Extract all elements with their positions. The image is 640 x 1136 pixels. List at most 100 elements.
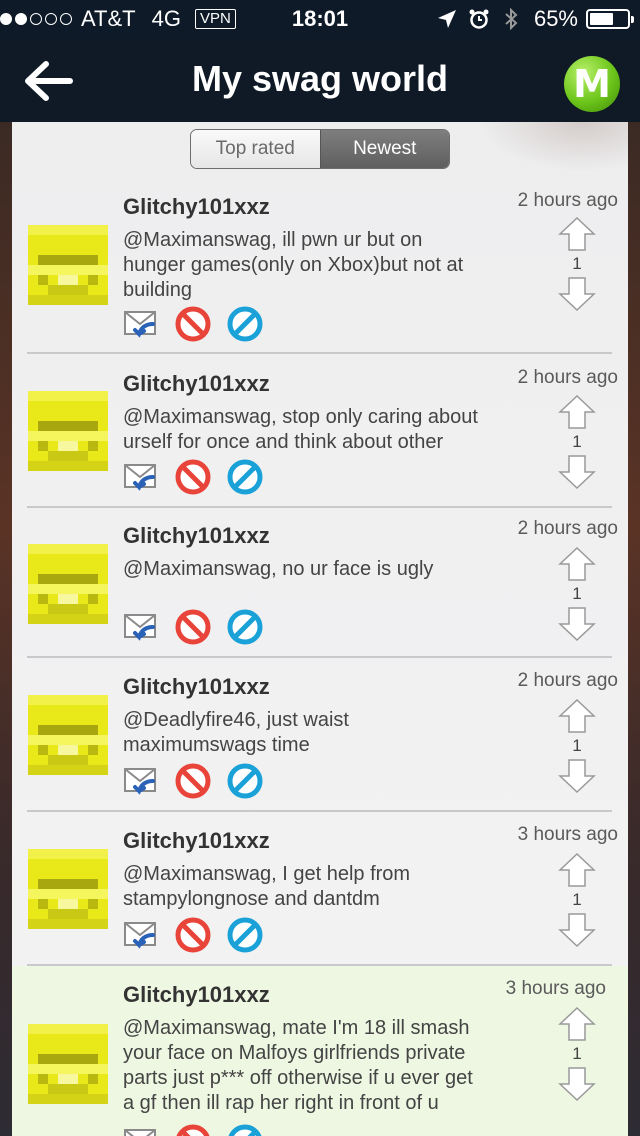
report-icon[interactable]	[175, 306, 211, 342]
comment-actions	[123, 459, 279, 495]
vote-control: 1	[557, 394, 597, 490]
comment-timestamp: 3 hours ago	[505, 978, 606, 999]
upvote-arrow-icon[interactable]	[557, 852, 597, 888]
report-icon[interactable]	[175, 763, 211, 799]
comments-panel[interactable]: Top rated Newest Glitchy101xxz 2 hours ag…	[12, 122, 628, 1136]
comment-row[interactable]: Glitchy101xxz 3 hours ago @Maximanswag, I …	[27, 812, 618, 966]
vote-count: 1	[572, 254, 582, 273]
block-icon[interactable]	[227, 1124, 263, 1136]
block-icon[interactable]	[227, 459, 263, 495]
comment-text-line: @Maximanswag, no ur face is ugly	[123, 558, 434, 580]
page-title: My swag world	[191, 58, 449, 99]
alarm-clock-icon	[469, 9, 489, 29]
report-icon[interactable]	[175, 1124, 211, 1136]
comment-actions	[123, 763, 279, 799]
downvote-arrow-icon[interactable]	[557, 606, 597, 642]
avatar[interactable]	[28, 544, 108, 624]
report-icon[interactable]	[175, 459, 211, 495]
status-bar: AT&T 4G VPN 18:01 65%	[0, 0, 640, 40]
comment-timestamp: 2 hours ago	[517, 367, 618, 388]
comment-text-line: hunger games(only on Xbox)but not at	[123, 254, 464, 276]
block-icon[interactable]	[227, 763, 263, 799]
comment-row[interactable]: Glitchy101xxz 3 hours ago @Maximanswag, ma…	[12, 966, 628, 1136]
app-logo-button[interactable]: M	[564, 56, 620, 112]
reply-envelope-icon[interactable]	[123, 459, 159, 495]
comment-row[interactable]: Glitchy101xxz 2 hours ago @Deadlyfire46, j…	[27, 658, 618, 812]
battery-percent: 65%	[533, 6, 578, 31]
comment-username[interactable]: Glitchy101xxz	[123, 194, 270, 220]
navigation-bar: My swag world M	[0, 40, 640, 122]
comment-row[interactable]: Glitchy101xxz 2 hours ago @Maximanswag, no…	[27, 508, 618, 658]
reply-envelope-icon[interactable]	[123, 609, 159, 645]
block-icon[interactable]	[227, 306, 263, 342]
comment-username[interactable]: Glitchy101xxz	[123, 523, 270, 549]
comment-text-line: your face on Malfoys girlfriends private	[123, 1042, 466, 1064]
comment-message: @Maximanswag, no ur face is ugly	[123, 557, 543, 582]
comment-row[interactable]: Glitchy101xxz 2 hours ago @Maximanswag, st…	[27, 354, 618, 508]
vote-control: 1	[557, 546, 597, 642]
vote-count: 1	[572, 1044, 582, 1063]
upvote-arrow-icon[interactable]	[557, 698, 597, 734]
comment-message: @Deadlyfire46, just waist maximumswags ti…	[123, 708, 543, 758]
comment-message: @Maximanswag, stop only caring about urse…	[123, 405, 543, 455]
comment-message: @Maximanswag, mate I'm 18 ill smash your …	[123, 1016, 553, 1116]
avatar[interactable]	[28, 225, 108, 305]
reply-envelope-icon[interactable]	[123, 763, 159, 799]
comment-text-line: building	[123, 279, 192, 301]
upvote-arrow-icon[interactable]	[557, 394, 597, 430]
comment-actions	[123, 609, 279, 645]
comment-timestamp: 2 hours ago	[517, 670, 618, 691]
upvote-arrow-icon[interactable]	[557, 216, 597, 252]
downvote-arrow-icon[interactable]	[557, 454, 597, 490]
upvote-arrow-icon[interactable]	[557, 1006, 597, 1042]
comment-text-line: @Maximanswag, ill pwn ur but on	[123, 229, 423, 251]
vote-control: 1	[557, 1006, 597, 1102]
tab-top-rated[interactable]: Top rated	[191, 130, 320, 168]
sort-segmented-control[interactable]: Top rated Newest	[190, 129, 450, 169]
comment-username[interactable]: Glitchy101xxz	[123, 982, 270, 1008]
comment-username[interactable]: Glitchy101xxz	[123, 674, 270, 700]
avatar[interactable]	[28, 391, 108, 471]
comment-text-line: a gf then ill rap her right in front of …	[123, 1092, 439, 1114]
comment-text-line: @Maximanswag, stop only caring about	[123, 406, 478, 428]
downvote-arrow-icon[interactable]	[557, 276, 597, 312]
vote-count: 1	[572, 432, 582, 451]
comment-row[interactable]: Glitchy101xxz 2 hours ago @Maximanswag, il…	[27, 180, 618, 354]
tab-newest[interactable]: Newest	[319, 130, 449, 168]
comment-timestamp: 2 hours ago	[517, 190, 618, 211]
comment-text-line: stampylongnose and dantdm	[123, 888, 380, 910]
comment-actions	[123, 917, 279, 953]
comment-timestamp: 3 hours ago	[517, 824, 618, 845]
comment-text-line: parts just p*** off otherwise if u ever …	[123, 1067, 473, 1089]
report-icon[interactable]	[175, 609, 211, 645]
report-icon[interactable]	[175, 917, 211, 953]
downvote-arrow-icon[interactable]	[557, 1066, 597, 1102]
reply-envelope-icon[interactable]	[123, 917, 159, 953]
comment-username[interactable]: Glitchy101xxz	[123, 371, 270, 397]
avatar[interactable]	[28, 695, 108, 775]
vote-control: 1	[557, 698, 597, 794]
vote-control: 1	[557, 852, 597, 948]
downvote-arrow-icon[interactable]	[557, 912, 597, 948]
comment-actions	[123, 306, 279, 342]
block-icon[interactable]	[227, 917, 263, 953]
comment-text-line: urself for once and think about other	[123, 431, 444, 453]
vote-count: 1	[572, 890, 582, 909]
reply-envelope-icon[interactable]	[123, 1124, 159, 1136]
vote-count: 1	[572, 736, 582, 755]
comment-message: @Maximanswag, I get help from stampylongn…	[123, 862, 543, 912]
comment-text-line: @Maximanswag, mate I'm 18 ill smash	[123, 1017, 470, 1039]
downvote-arrow-icon[interactable]	[557, 758, 597, 794]
comment-actions	[123, 1124, 279, 1136]
comment-timestamp: 2 hours ago	[517, 518, 618, 539]
location-arrow-icon	[437, 10, 456, 28]
comment-text-line: @Deadlyfire46, just waist	[123, 709, 349, 731]
block-icon[interactable]	[227, 609, 263, 645]
reply-envelope-icon[interactable]	[123, 306, 159, 342]
panel-shade	[478, 122, 628, 172]
avatar[interactable]	[28, 1024, 108, 1104]
avatar[interactable]	[28, 849, 108, 929]
comment-username[interactable]: Glitchy101xxz	[123, 828, 270, 854]
vote-control: 1	[557, 216, 597, 312]
upvote-arrow-icon[interactable]	[557, 546, 597, 582]
